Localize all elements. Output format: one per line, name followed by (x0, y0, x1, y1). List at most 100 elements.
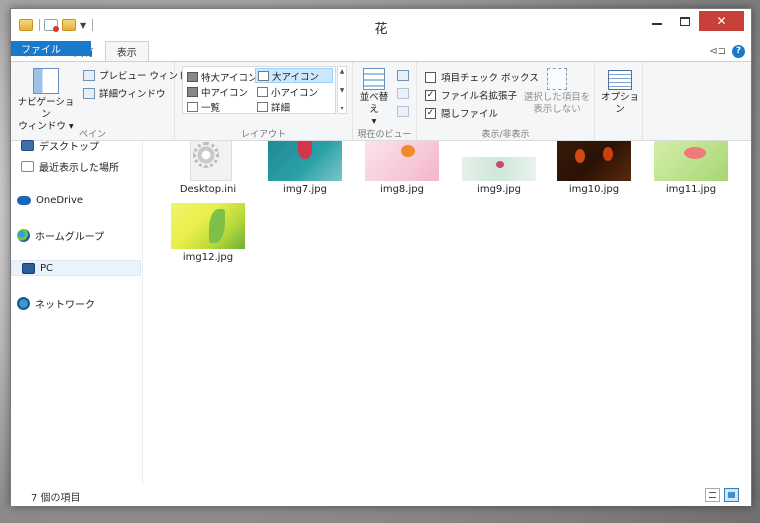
navigation-pane-label-1: ナビゲーション (17, 97, 75, 120)
layout-item-label: 大アイコン (272, 71, 320, 83)
file-list: Desktop.ini img7.jpg img8.jpg img9.jpg i… (144, 141, 750, 485)
tab-view[interactable]: 表示 (104, 41, 149, 61)
file-name: img9.jpg (477, 184, 521, 195)
options-button[interactable]: オプション (599, 70, 641, 116)
flower-shape (401, 145, 415, 157)
tab-file[interactable]: ファイル (11, 41, 91, 56)
file-name: img8.jpg (380, 184, 424, 195)
pc-icon (22, 262, 35, 274)
preview-pane-icon (83, 69, 95, 81)
nav-item-desktop[interactable]: デスクトップ (21, 137, 99, 153)
nav-item-label: PC (40, 262, 54, 274)
expand-ribbon-icon[interactable]: ⊲⊐ (709, 46, 726, 57)
scroll-down-icon[interactable]: ▼ (340, 87, 345, 94)
nav-item-recent-places[interactable]: 最近表示した場所 (21, 158, 119, 174)
layout-gallery: 特大アイコン 大アイコン 中アイコン 小アイコン 一覧 詳細 (182, 66, 336, 114)
sort-label: 並べ替え (359, 92, 389, 115)
ribbon: ナビゲーション ウィンドウ ▾ プレビュー ウィンドウ 詳細ウィンドウ ペイン … (11, 61, 751, 142)
layout-extra-large-icons[interactable]: 特大アイコン (185, 69, 260, 84)
scroll-up-icon[interactable]: ▲ (340, 68, 345, 75)
group-by-icon[interactable] (397, 70, 409, 81)
show-hide-group: 項目チェック ボックス ✓ ファイル名拡張子 ✓ 隠しファイル 選択した項目を … (417, 62, 595, 142)
layout-gallery-scroll[interactable]: ▲ ▼ ▾ (337, 66, 347, 114)
checkbox-label: ファイル名拡張子 (441, 91, 518, 102)
pane-group: ナビゲーション ウィンドウ ▾ プレビュー ウィンドウ 詳細ウィンドウ ペイン (11, 62, 197, 142)
file-item-img10[interactable]: img10.jpg (554, 141, 634, 195)
nav-item-label: デスクトップ (39, 141, 99, 153)
file-item-img8[interactable]: img8.jpg (362, 141, 442, 195)
onedrive-icon (17, 195, 31, 205)
details-view-button[interactable] (705, 488, 720, 502)
layout-item-label: 詳細 (271, 102, 291, 114)
settings-file-icon (190, 141, 232, 181)
nav-item-homegroup[interactable]: ホームグループ (17, 227, 104, 243)
extra-large-icons-icon (187, 71, 198, 82)
details-pane-button[interactable]: 詳細ウィンドウ (83, 86, 166, 100)
list-icon (187, 101, 198, 112)
explorer-window: ▼ 花 ✕ ファイル ホーム 共有 表示 ⊲⊐ ? ナビゲーション ウィンドウ … (10, 8, 752, 506)
hide-selected-icon (547, 68, 567, 90)
close-icon: ✕ (716, 14, 727, 28)
flower-shape (575, 149, 585, 163)
file-thumbnail (268, 141, 342, 181)
large-icons-view-icon (728, 492, 735, 498)
file-thumbnail (654, 141, 728, 181)
flower-shape (298, 141, 312, 159)
maximize-icon (680, 16, 690, 26)
details-icon (257, 101, 268, 112)
layout-group-label: レイアウト (240, 130, 286, 140)
ribbon-tabs: ファイル ホーム 共有 表示 ⊲⊐ ? (11, 41, 751, 61)
layout-small-icons[interactable]: 小アイコン (255, 84, 320, 99)
hidden-items-checkbox[interactable]: ✓ (425, 107, 436, 119)
layout-list[interactable]: 一覧 (185, 99, 222, 114)
options-icon (608, 70, 632, 90)
navigation-pane-button[interactable]: ナビゲーション ウィンドウ ▾ (17, 68, 75, 133)
file-name: Desktop.ini (179, 184, 237, 195)
file-extensions-toggle[interactable]: ✓ ファイル名拡張子 (425, 88, 517, 102)
window-title: 花 (374, 22, 388, 37)
layout-item-label: 中アイコン (201, 87, 249, 99)
flower-shape (496, 161, 504, 168)
layout-details[interactable]: 詳細 (255, 99, 292, 114)
view-toggle (705, 488, 739, 502)
nav-item-label: 最近表示した場所 (39, 162, 119, 174)
file-thumbnail (171, 203, 245, 249)
file-name: img12.jpg (182, 252, 234, 263)
layout-item-label: 特大アイコン (201, 72, 258, 84)
hidden-items-toggle[interactable]: ✓ 隠しファイル (425, 106, 498, 120)
close-button[interactable]: ✕ (699, 11, 744, 31)
hide-selected-button: 選択した項目を 表示しない (521, 68, 593, 116)
large-icons-view-button[interactable] (724, 488, 739, 502)
minimize-icon (652, 23, 662, 25)
item-checkboxes-checkbox[interactable] (425, 71, 436, 83)
file-item-desktop-ini[interactable]: Desktop.ini (168, 141, 248, 195)
nav-item-onedrive[interactable]: OneDrive (17, 192, 83, 208)
file-thumbnail (365, 141, 439, 181)
layout-medium-icons[interactable]: 中アイコン (185, 84, 250, 99)
layout-large-icons[interactable]: 大アイコン (255, 68, 333, 83)
maximize-button[interactable] (671, 11, 699, 31)
file-item-img7[interactable]: img7.jpg (265, 141, 345, 195)
file-item-img11[interactable]: img11.jpg (651, 141, 731, 195)
minimize-button[interactable] (643, 11, 671, 31)
show-hide-group-label: 表示/非表示 (481, 130, 530, 140)
file-item-img9[interactable]: img9.jpg (459, 141, 539, 195)
leaf-shape (209, 209, 225, 243)
nav-item-network[interactable]: ネットワーク (17, 295, 95, 311)
window-controls: ✕ (643, 11, 744, 31)
current-view-group-label: 現在のビュー (357, 130, 412, 140)
small-icons-icon (257, 86, 268, 97)
sort-by-button[interactable]: 並べ替え ▾ (357, 68, 391, 128)
recent-places-icon (21, 160, 34, 172)
flower-shape (684, 147, 706, 159)
checkbox-label: 隠しファイル (441, 109, 499, 120)
file-item-img12[interactable]: img12.jpg (168, 203, 248, 263)
file-extensions-checkbox[interactable]: ✓ (425, 89, 436, 101)
status-bar: 7 個の項目 (11, 485, 751, 506)
gallery-expand-icon[interactable]: ▾ (340, 105, 343, 112)
file-thumbnail (462, 157, 536, 181)
nav-item-pc[interactable]: PC (11, 260, 141, 276)
flower-shape (603, 147, 613, 161)
desktop-icon (21, 139, 34, 151)
help-icon[interactable]: ? (732, 44, 745, 58)
